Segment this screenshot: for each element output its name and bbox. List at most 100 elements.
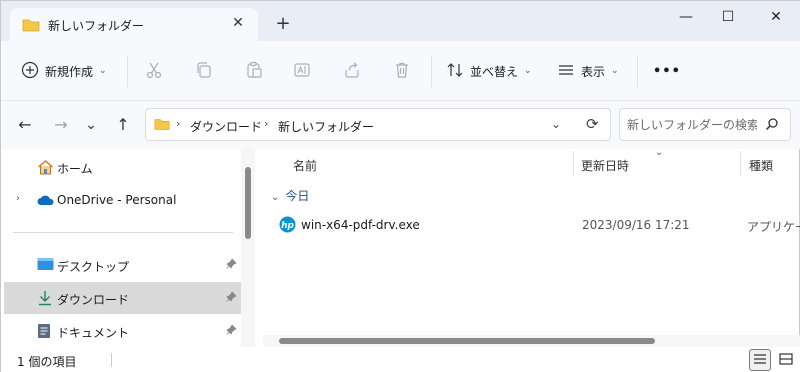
sort-button-label: 並べ替え <box>470 64 519 79</box>
sidebar-item-home[interactable]: ホーム <box>4 151 241 183</box>
group-label: 今日 <box>285 189 310 203</box>
back-button[interactable]: ← <box>13 115 37 135</box>
status-divider <box>111 353 112 367</box>
view-button[interactable]: 表示 ⌄ <box>557 57 619 85</box>
group-header-today[interactable]: ⌄ 今日 <box>271 187 309 204</box>
close-button[interactable]: ✕ <box>753 1 799 35</box>
search-input[interactable] <box>627 116 757 134</box>
pin-icon[interactable] <box>226 324 237 338</box>
status-bar: 1 個の項目 <box>1 347 800 372</box>
scrollbar-thumb[interactable] <box>245 167 251 239</box>
delete-icon <box>393 61 411 82</box>
chevron-down-icon: ⌄ <box>611 66 619 76</box>
title-bar: 新しいフォルダー ✕ + — ☐ ✕ <box>1 1 800 41</box>
hp-logo-icon: hp <box>279 216 296 236</box>
column-header-date[interactable]: 更新日時 <box>581 157 629 174</box>
document-icon <box>37 323 51 342</box>
paste-button[interactable] <box>245 57 263 85</box>
sidebar-item-documents[interactable]: ドキュメント <box>4 315 241 347</box>
folder-icon <box>154 117 170 134</box>
cut-button[interactable] <box>145 57 163 85</box>
file-type: アプリケーション <box>747 220 800 234</box>
details-view-icon <box>753 353 767 368</box>
sidebar-divider <box>13 232 233 233</box>
column-divider[interactable] <box>573 151 574 177</box>
cut-icon <box>145 61 163 82</box>
new-tab-button[interactable]: + <box>273 15 293 35</box>
toolbar-divider <box>431 55 432 87</box>
sidebar-item-downloads[interactable]: ダウンロード <box>4 282 241 314</box>
chevron-down-icon: ⌄ <box>99 66 107 76</box>
command-bar: 新規作成 ⌄ 並べ替え ⌄ 表示 ⌄ ••• <box>1 41 800 101</box>
sidebar-item-onedrive[interactable]: › OneDrive - Personal <box>4 184 241 216</box>
view-icon <box>557 61 575 82</box>
pin-icon[interactable] <box>226 258 237 272</box>
rename-button[interactable] <box>293 57 311 85</box>
sort-icon <box>446 61 464 82</box>
home-icon <box>37 159 54 178</box>
breadcrumb-separator-icon: › <box>264 117 269 130</box>
address-bar[interactable]: › ダウンロード › 新しいフォルダー ⌄ ⟳ <box>145 108 611 141</box>
search-box[interactable] <box>619 108 791 141</box>
maximize-button[interactable]: ☐ <box>705 1 751 35</box>
view-button-label: 表示 <box>581 64 606 79</box>
copy-button[interactable] <box>195 57 213 85</box>
tab-close-icon[interactable]: ✕ <box>230 15 246 31</box>
share-button[interactable] <box>343 57 361 85</box>
share-icon <box>343 61 361 82</box>
breadcrumb-separator-icon: › <box>176 117 181 130</box>
breadcrumb-downloads[interactable]: ダウンロード <box>190 118 262 135</box>
item-count: 1 個の項目 <box>17 355 77 369</box>
file-date: 2023/09/16 17:21 <box>582 218 690 232</box>
file-name: win-x64-pdf-drv.exe <box>301 218 420 232</box>
desktop-icon <box>37 257 54 274</box>
sort-button[interactable]: 並べ替え ⌄ <box>446 57 532 85</box>
chevron-down-icon: ⌄ <box>271 192 280 203</box>
sidebar-item-label: ドキュメント <box>57 326 130 340</box>
toolbar-divider <box>637 55 638 87</box>
tab-title: 新しいフォルダー <box>48 19 145 33</box>
download-icon <box>37 290 53 309</box>
details-view-button[interactable] <box>749 349 771 371</box>
chevron-right-icon[interactable]: › <box>16 193 20 204</box>
column-header-type[interactable]: 種類 <box>749 157 773 174</box>
column-header-name[interactable]: 名前 <box>293 157 317 174</box>
navigation-pane: ホーム › OneDrive - Personal デスクトップ ダウンロード <box>1 149 241 347</box>
column-divider[interactable] <box>740 151 741 177</box>
file-list: 名前 ⌄ 更新日時 種類 ⌄ 今日 hp win-x64-pdf-drv.exe … <box>259 149 800 347</box>
address-row: ← → ⌄ ↑ › ダウンロード › 新しいフォルダー ⌄ ⟳ <box>1 101 800 149</box>
more-options-button[interactable]: ••• <box>653 57 681 85</box>
svg-text:hp: hp <box>281 221 294 231</box>
rename-icon <box>293 61 311 82</box>
up-button[interactable]: ↑ <box>111 115 135 135</box>
forward-button[interactable]: → <box>49 115 73 135</box>
new-button[interactable]: 新規作成 ⌄ <box>21 57 107 85</box>
table-row[interactable]: hp win-x64-pdf-drv.exe 2023/09/16 17:21 … <box>277 213 800 237</box>
sidebar-item-label: デスクトップ <box>57 260 130 274</box>
minimize-button[interactable]: — <box>663 1 709 35</box>
tiles-view-button[interactable] <box>775 349 797 371</box>
sidebar-item-desktop[interactable]: デスクトップ <box>4 249 241 281</box>
tab-current[interactable]: 新しいフォルダー ✕ <box>10 8 258 41</box>
refresh-icon[interactable]: ⟳ <box>586 115 599 133</box>
file-list-horizontal-scrollbar[interactable] <box>263 335 800 347</box>
sidebar-scrollbar[interactable] <box>241 149 255 347</box>
toolbar-divider <box>127 55 128 87</box>
copy-icon <box>195 61 213 82</box>
search-icon[interactable] <box>765 117 779 134</box>
sidebar-item-label: ダウンロード <box>57 293 130 307</box>
sidebar-item-label: OneDrive - Personal <box>57 193 177 207</box>
scrollbar-thumb[interactable] <box>279 338 655 344</box>
recent-locations-button[interactable]: ⌄ <box>79 115 103 135</box>
sort-chevron-icon: ⌄ <box>655 149 664 158</box>
pin-icon[interactable] <box>226 291 237 305</box>
file-explorer-window: 新しいフォルダー ✕ + — ☐ ✕ 新規作成 ⌄ 並べ替え ⌄ 表示 ⌄ ••… <box>0 0 800 372</box>
paste-icon <box>245 61 263 82</box>
new-button-label: 新規作成 <box>45 64 94 79</box>
breadcrumb-new-folder[interactable]: 新しいフォルダー <box>278 118 374 135</box>
onedrive-cloud-icon <box>37 194 55 209</box>
chevron-down-icon[interactable]: ⌄ <box>551 117 561 131</box>
delete-button[interactable] <box>393 57 411 85</box>
chevron-down-icon: ⌄ <box>524 66 532 76</box>
sidebar-item-label: ホーム <box>57 162 93 176</box>
